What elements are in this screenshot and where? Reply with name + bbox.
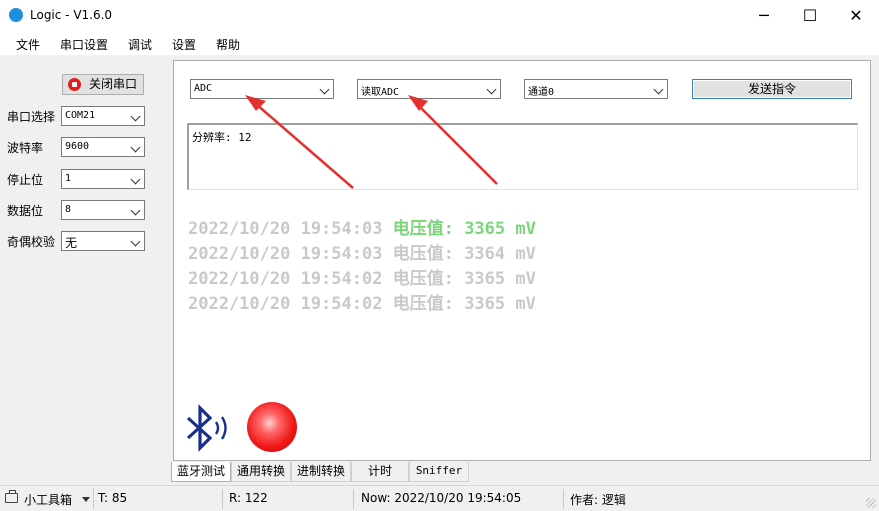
log-time: 2022/10/20 19:54:03 bbox=[188, 244, 383, 264]
stop-bits-select[interactable]: 1 bbox=[61, 169, 145, 189]
resize-grip[interactable] bbox=[866, 498, 876, 508]
tab-general-conversion[interactable]: 通用转换 bbox=[231, 462, 291, 482]
data-bits-select[interactable]: 8 bbox=[61, 200, 145, 220]
toolbox-icon bbox=[5, 490, 18, 503]
maximize-button[interactable]: ☐ bbox=[787, 0, 833, 31]
menu-file[interactable]: 文件 bbox=[16, 36, 40, 53]
menu-help[interactable]: 帮助 bbox=[216, 36, 240, 53]
log-time: 2022/10/20 19:54:03 bbox=[188, 219, 383, 239]
chevron-down-icon bbox=[130, 111, 141, 122]
stop-bits-value: 1 bbox=[65, 173, 72, 184]
tab-sniffer[interactable]: Sniffer bbox=[409, 462, 469, 482]
channel-select-value: 通道0 bbox=[528, 87, 555, 98]
log-reading: 电压值: 3365 mV bbox=[392, 294, 536, 314]
data-bits-label: 数据位 bbox=[7, 204, 44, 218]
log-time: 2022/10/20 19:54:02 bbox=[188, 269, 383, 289]
data-bits-value: 8 bbox=[65, 204, 72, 215]
menu-serial-settings[interactable]: 串口设置 bbox=[60, 36, 108, 53]
status-bar: 小工具箱 T: 85 R: 122 Now: 2022/10/20 19:54:… bbox=[0, 485, 879, 511]
author-label: 作者: 逻辑 bbox=[570, 493, 626, 507]
log-line: 2022/10/20 19:54:03 电压值: 3365 mV bbox=[188, 214, 536, 239]
log-reading: 电压值: 3365 mV bbox=[392, 269, 536, 289]
tab-base-conversion[interactable]: 进制转换 bbox=[291, 462, 351, 482]
action-select[interactable]: 读取ADC bbox=[357, 79, 501, 99]
log-time: 2022/10/20 19:54:02 bbox=[188, 294, 383, 314]
channel-select[interactable]: 通道0 bbox=[524, 79, 668, 99]
tab-timer[interactable]: 计时 bbox=[351, 462, 409, 482]
chevron-down-icon bbox=[319, 84, 330, 95]
tab-bluetooth-test[interactable]: 蓝牙测试 bbox=[171, 462, 231, 482]
stop-bits-label: 停止位 bbox=[7, 173, 44, 187]
action-select-value: 读取ADC bbox=[361, 87, 400, 98]
status-light-icon bbox=[247, 402, 297, 452]
menu-debug[interactable]: 调试 bbox=[128, 36, 152, 53]
chevron-down-icon bbox=[130, 142, 141, 153]
toolbox-dropdown[interactable]: 小工具箱 bbox=[24, 491, 72, 508]
chevron-down-icon[interactable] bbox=[82, 497, 90, 502]
log-reading: 电压值: 3364 mV bbox=[392, 244, 536, 264]
status-separator bbox=[222, 489, 223, 509]
log-line: 2022/10/20 19:54:02 电压值: 3365 mV bbox=[188, 264, 536, 289]
app-logo-icon bbox=[9, 8, 23, 22]
close-window-button[interactable]: ✕ bbox=[833, 0, 879, 31]
bluetooth-icon bbox=[186, 404, 227, 452]
parity-select[interactable]: 无 bbox=[61, 231, 145, 251]
log-line: 2022/10/20 19:54:02 电压值: 3365 mV bbox=[188, 289, 536, 314]
status-separator bbox=[353, 489, 354, 509]
chevron-down-icon bbox=[130, 236, 141, 247]
minimize-button[interactable]: ─ bbox=[741, 0, 787, 31]
baud-rate-label: 波特率 bbox=[7, 141, 44, 155]
close-port-button[interactable]: 关闭串口 bbox=[62, 74, 144, 95]
window-title: Logic - V1.6.0 bbox=[30, 8, 113, 22]
parity-value: 无 bbox=[65, 236, 78, 250]
baud-rate-select[interactable]: 9600 bbox=[61, 137, 145, 157]
status-separator bbox=[93, 489, 94, 509]
current-time: Now: 2022/10/20 19:54:05 bbox=[361, 491, 522, 505]
baud-rate-value: 9600 bbox=[65, 141, 90, 152]
result-textbox[interactable]: 分辨率: 12 bbox=[187, 123, 858, 190]
chevron-down-icon bbox=[486, 84, 497, 95]
send-command-button[interactable]: 发送指令 bbox=[692, 79, 852, 99]
status-separator bbox=[563, 489, 564, 509]
chevron-down-icon bbox=[130, 205, 141, 216]
parity-label: 奇偶校验 bbox=[7, 235, 56, 249]
rx-count: R: 122 bbox=[229, 491, 268, 505]
log-line: 2022/10/20 19:54:03 电压值: 3364 mV bbox=[188, 239, 536, 264]
menu-bar: 文件 串口设置 调试 设置 帮助 bbox=[0, 31, 879, 55]
chevron-down-icon bbox=[653, 84, 664, 95]
port-select-label: 串口选择 bbox=[7, 110, 56, 124]
device-select-value: ADC bbox=[194, 83, 213, 94]
port-select[interactable]: COM21 bbox=[61, 106, 145, 126]
device-select[interactable]: ADC bbox=[190, 79, 334, 99]
tx-count: T: 85 bbox=[98, 491, 128, 505]
result-text: 分辨率: 12 bbox=[192, 131, 252, 144]
close-port-label: 关闭串口 bbox=[89, 77, 138, 91]
port-select-value: COM21 bbox=[65, 110, 96, 121]
title-bar: Logic - V1.6.0 ─ ☐ ✕ bbox=[0, 0, 879, 31]
menu-settings[interactable]: 设置 bbox=[172, 36, 196, 53]
log-reading: 电压值: 3365 mV bbox=[392, 219, 536, 239]
stop-icon bbox=[68, 78, 81, 91]
chevron-down-icon bbox=[130, 174, 141, 185]
